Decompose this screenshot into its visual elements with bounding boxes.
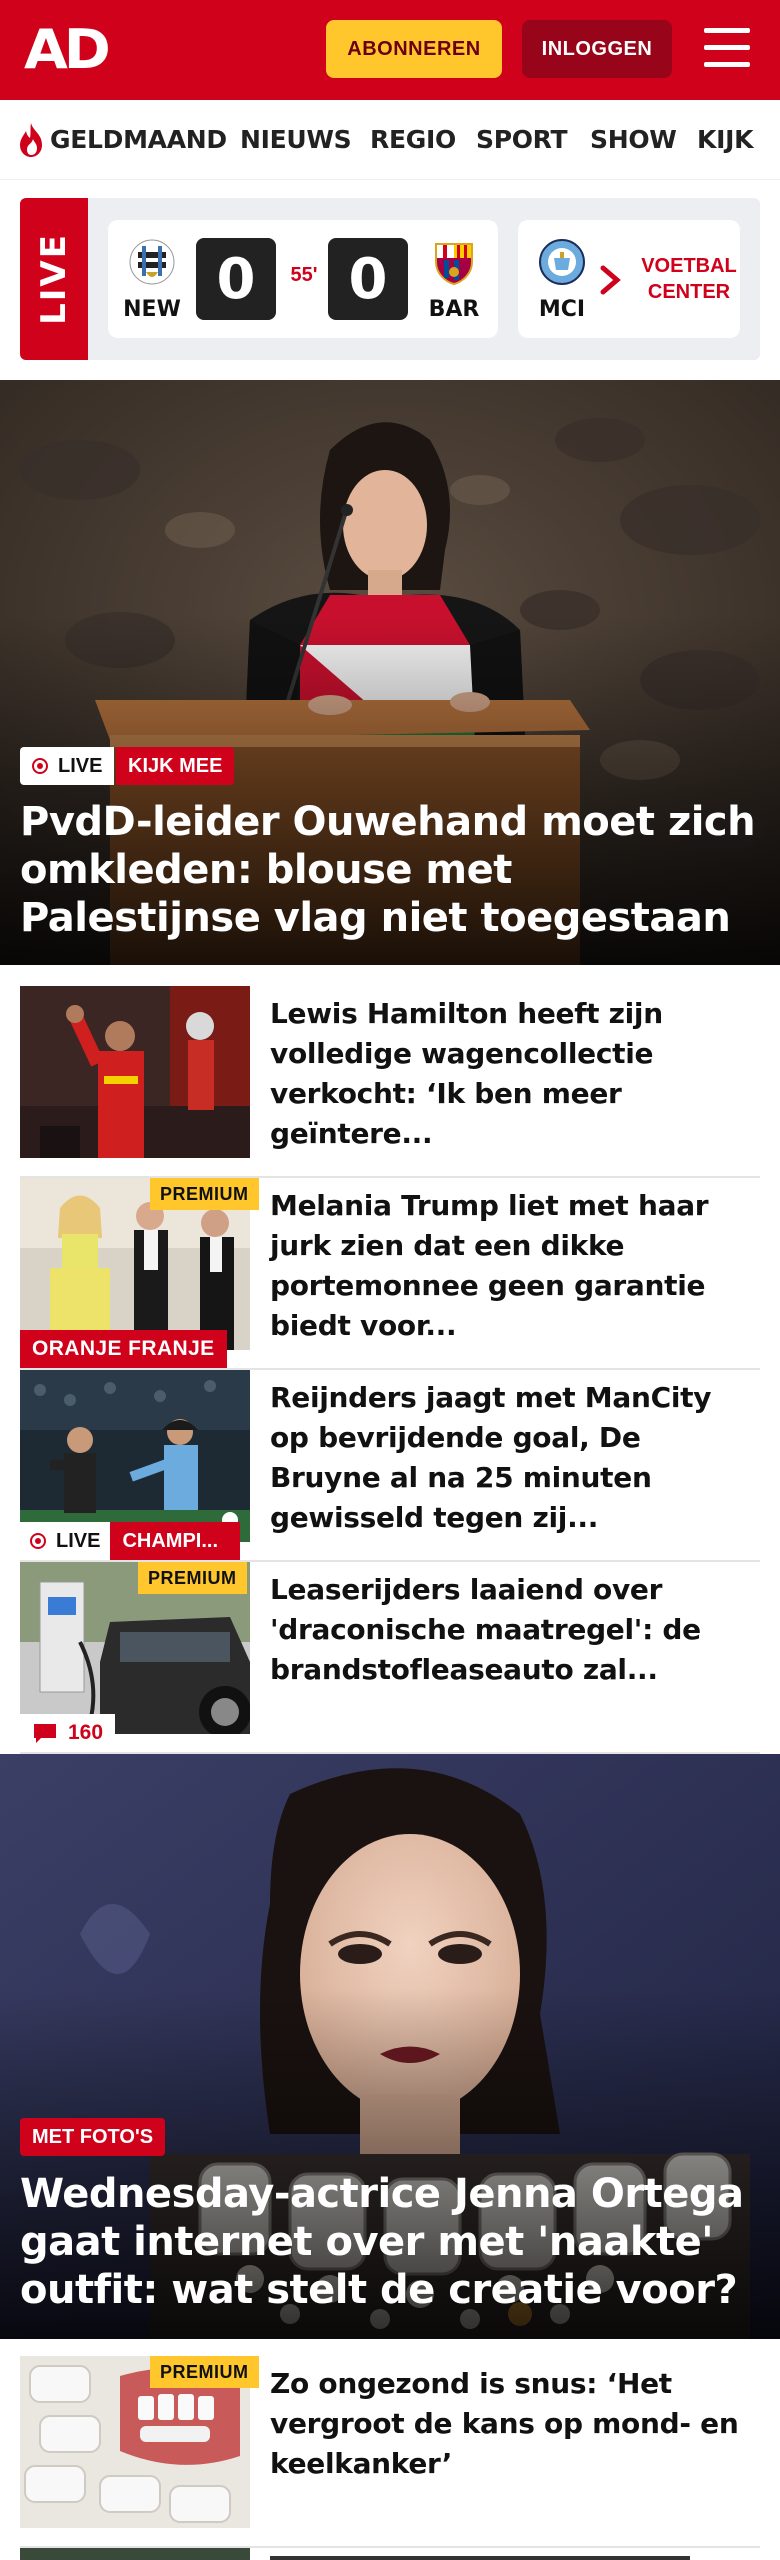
category-badge: CHAMPI... xyxy=(110,1522,241,1560)
section-nav: GELDMAAND NIEUWS REGIO SPORT SHOW KIJK xyxy=(0,100,780,180)
hero-title[interactable]: Wednesday-actrice Jenna Ortega gaat inte… xyxy=(20,2170,760,2314)
live-dot-icon xyxy=(32,758,48,774)
met-fotos-badge: MET FOTO'S xyxy=(20,2118,166,2156)
second-home-team-code: MCI xyxy=(538,297,586,322)
article-row-snus[interactable]: PREMIUM Zo ongezond is snus: ‘Het vergro… xyxy=(20,2356,760,2548)
mancity-crest-icon xyxy=(539,239,585,285)
chevron-right-icon[interactable] xyxy=(590,260,630,300)
category-badge[interactable]: ORANJE FRANJE xyxy=(20,1330,227,1368)
premium-badge: PREMIUM xyxy=(150,1178,259,1210)
logo-text: AD xyxy=(24,18,111,81)
next-article-thumbnail-partial xyxy=(20,2548,250,2560)
article-title[interactable]: Lewis Hamilton heeft zijn volledige wage… xyxy=(270,994,750,1154)
nav-item-geldmaand[interactable]: GELDMAAND xyxy=(50,124,227,156)
barcelona-crest-icon xyxy=(435,243,473,286)
live-label: LIVE xyxy=(20,198,88,360)
hero-article-ortega[interactable]: MET FOTO'S Wednesday-actrice Jenna Orteg… xyxy=(0,1754,780,2339)
live-badge: LIVE xyxy=(20,747,115,785)
home-team-code: NEW xyxy=(123,297,181,322)
premium-badge: PREMIUM xyxy=(138,1562,247,1594)
away-team: BAR xyxy=(418,238,490,322)
live-category-badge[interactable]: LIVE CHAMPI... xyxy=(20,1522,241,1560)
hamburger-menu-icon[interactable] xyxy=(700,24,752,74)
article-title[interactable]: Zo ongezond is snus: ‘Het vergroot de ka… xyxy=(270,2364,750,2484)
away-team-code: BAR xyxy=(428,297,480,322)
match-card-new-bar[interactable]: NEW 0 55' 0 BAR xyxy=(108,220,498,338)
kijk-mee-badge[interactable]: KIJK MEE xyxy=(116,747,235,785)
next-article-title-partial xyxy=(270,2548,750,2560)
hero-title[interactable]: PvdD-leider Ouwehand moet zich omkleden:… xyxy=(20,798,760,942)
comment-icon xyxy=(34,1724,56,1743)
article-title[interactable]: Melania Trump liet met haar jurk zien da… xyxy=(270,1186,750,1346)
comment-count-badge[interactable]: 160 xyxy=(20,1714,116,1752)
second-home-team: MCI xyxy=(526,238,598,322)
nav-item-show[interactable]: SHOW xyxy=(590,124,677,156)
article-row-hamilton[interactable]: Lewis Hamilton heeft zijn volledige wage… xyxy=(20,986,760,1178)
nav-item-regio[interactable]: REGIO xyxy=(370,124,456,156)
article-thumbnail xyxy=(20,1370,250,1542)
voetbal-center-button[interactable]: VOETBAL CENTER xyxy=(638,220,740,338)
premium-badge: PREMIUM xyxy=(150,2356,259,2388)
article-row-reijnders[interactable]: LIVE CHAMPI... Reijnders jaagt met ManCi… xyxy=(20,1370,760,1562)
nav-item-kijk[interactable]: KIJK xyxy=(697,124,753,156)
flame-icon xyxy=(20,123,42,157)
article-row-melania[interactable]: PREMIUM ORANJE FRANJE Melania Trump liet… xyxy=(20,1178,760,1370)
match-minute: 55' xyxy=(290,264,318,286)
article-title[interactable]: Leaserijders laaiend over 'draconische m… xyxy=(270,1570,750,1690)
hero-article-ouwehand[interactable]: LIVE KIJK MEE PvdD-leider Ouwehand moet … xyxy=(0,380,780,965)
article-row-lease[interactable]: PREMIUM 160 Leaserijders laaiend over 'd… xyxy=(20,1562,760,1754)
nav-item-sport[interactable]: SPORT xyxy=(476,124,568,156)
live-badge: LIVE xyxy=(20,1522,111,1560)
nav-item-nieuws[interactable]: NIEUWS xyxy=(240,124,352,156)
login-button[interactable]: INLOGGEN xyxy=(522,20,672,78)
newcastle-crest-icon xyxy=(129,239,175,285)
home-score: 0 xyxy=(196,238,276,320)
away-score: 0 xyxy=(328,238,408,320)
live-scores-strip: LIVE NEW 0 55' 0 BAR MCI VOETBAL CENTER xyxy=(20,198,760,360)
top-header: AD ABONNEREN INLOGGEN xyxy=(0,0,780,100)
live-dot-icon xyxy=(30,1533,46,1549)
article-thumbnail xyxy=(20,986,250,1158)
ad-logo[interactable]: AD xyxy=(24,18,111,81)
article-title[interactable]: Reijnders jaagt met ManCity op bevrijden… xyxy=(270,1378,750,1538)
subscribe-button[interactable]: ABONNEREN xyxy=(326,20,502,78)
home-team: NEW xyxy=(116,238,188,322)
